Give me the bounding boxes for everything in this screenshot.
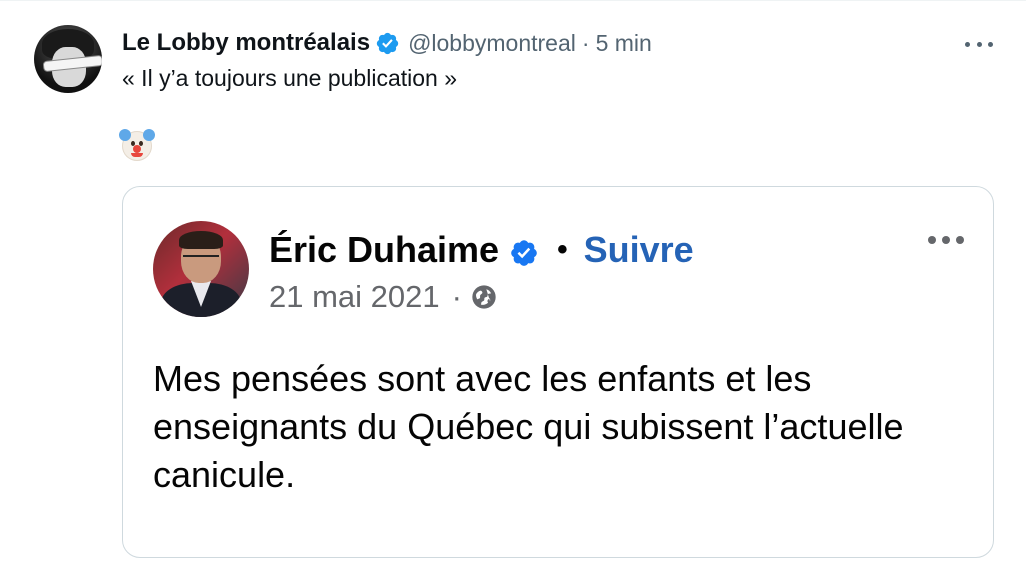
quoted-more-options-icon — [928, 235, 964, 245]
globe-icon — [470, 283, 498, 311]
quoted-date-separator: · — [451, 279, 462, 314]
quoted-author-row: Éric Duhaime • Suivre — [269, 229, 694, 271]
quoted-date: 21 mai 2021 — [269, 279, 440, 314]
quoted-verified-badge-icon — [509, 235, 539, 266]
clown-face-icon — [119, 129, 155, 161]
author-name[interactable]: Le Lobby montréalais — [122, 29, 370, 57]
avatar[interactable] — [34, 25, 102, 93]
tweet[interactable]: Le Lobby montréalais @lobbymontreal · 5 … — [0, 0, 1026, 579]
more-options-icon[interactable] — [965, 39, 993, 49]
quoted-post-image[interactable]: Éric Duhaime • Suivre 21 mai 2021 · Mes … — [122, 186, 994, 558]
quoted-date-row: 21 mai 2021 · — [269, 279, 498, 315]
tweet-timestamp[interactable]: 5 min — [596, 30, 652, 57]
verified-badge-icon — [375, 31, 400, 56]
header-separator: · — [581, 29, 590, 56]
quoted-separator: • — [557, 233, 568, 266]
tweet-header: Le Lobby montréalais @lobbymontreal · 5 … — [122, 27, 652, 59]
follow-link: Suivre — [583, 229, 694, 270]
quoted-author-avatar — [153, 221, 249, 317]
quoted-author-name: Éric Duhaime — [269, 229, 500, 270]
quoted-post-body: Mes pensées sont avec les enfants et les… — [153, 358, 904, 495]
tweet-text: « Il y’a toujours une publication » — [122, 65, 457, 91]
author-handle[interactable]: @lobbymontreal — [408, 30, 576, 57]
